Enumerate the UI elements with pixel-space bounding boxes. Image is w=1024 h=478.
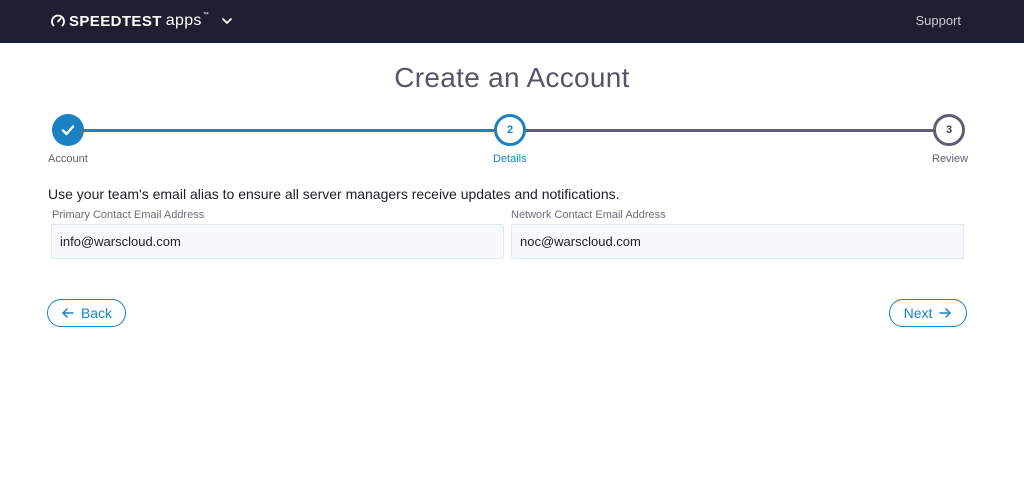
- step-details-label: Details: [493, 153, 527, 165]
- top-nav-bar: SPEEDTEST apps ™ Support: [0, 0, 1024, 43]
- brand-apps: apps: [165, 12, 202, 29]
- chevron-down-icon[interactable]: [221, 15, 233, 27]
- next-button-label: Next: [903, 305, 933, 321]
- step-review-label: Review: [932, 153, 969, 165]
- page-title: Create an Account: [394, 62, 630, 93]
- speedtest-apps-logo[interactable]: SPEEDTEST apps ™: [51, 11, 233, 31]
- step-account-circle: [52, 114, 84, 146]
- step-account-label: Account: [48, 153, 88, 165]
- arrow-right-icon: [939, 308, 952, 318]
- back-button[interactable]: Back: [47, 299, 126, 327]
- stepper-line-complete: [68, 129, 494, 132]
- brand-name: SPEEDTEST: [69, 12, 162, 30]
- primary-email-label: Primary Contact Email Address: [52, 209, 205, 221]
- trademark-mark: ™: [202, 12, 209, 18]
- speedometer-icon: [51, 14, 65, 27]
- step-details-circle: 2: [494, 114, 526, 146]
- primary-email-input[interactable]: info@warscloud.com: [51, 224, 504, 259]
- support-link[interactable]: Support: [915, 13, 961, 28]
- form-instruction: Use your team's email alias to ensure al…: [48, 186, 620, 202]
- step-review-circle: 3: [933, 114, 965, 146]
- next-button[interactable]: Next: [889, 299, 967, 327]
- network-email-input[interactable]: noc@warscloud.com: [511, 224, 964, 259]
- network-email-label: Network Contact Email Address: [511, 209, 666, 221]
- back-button-label: Back: [80, 305, 113, 321]
- check-icon: [61, 125, 75, 136]
- stepper-line-pending: [526, 129, 934, 132]
- arrow-left-icon: [62, 308, 74, 318]
